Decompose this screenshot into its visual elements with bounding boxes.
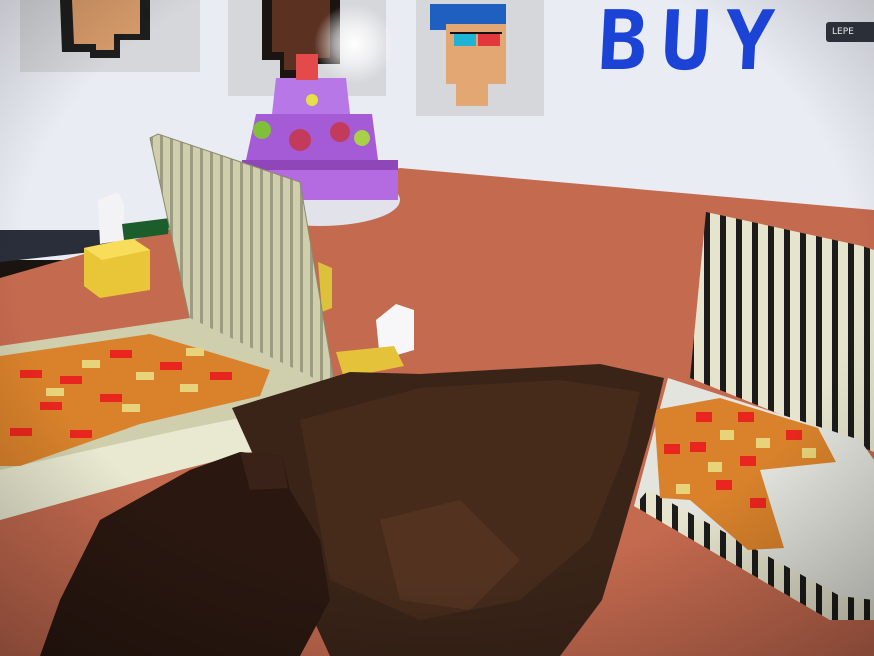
photo-scene: BUY LEPE — [0, 0, 874, 656]
corner-tag[interactable]: LEPE — [826, 22, 874, 42]
sign-text: BUY — [595, 0, 791, 89]
scene-svg — [0, 0, 874, 656]
